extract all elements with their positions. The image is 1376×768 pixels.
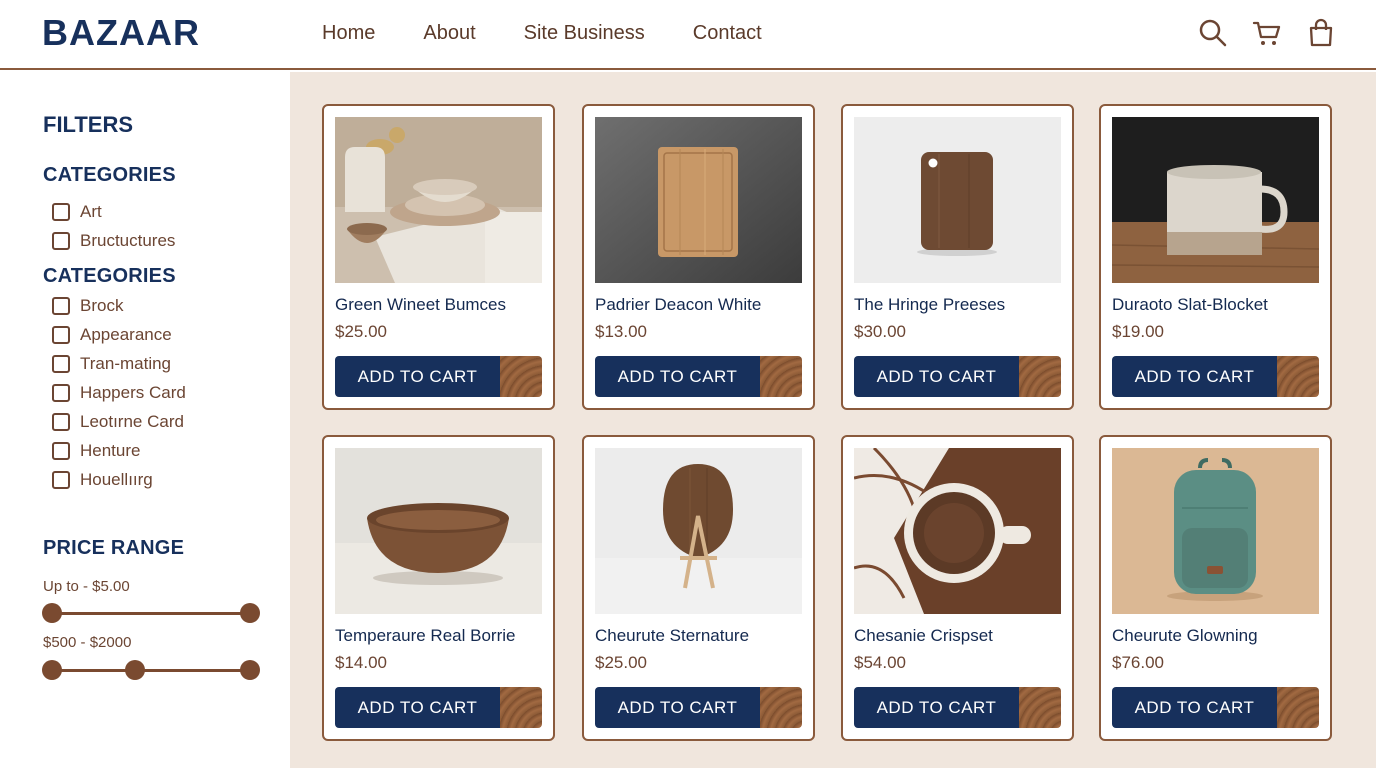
category-checkbox-leotirne-card[interactable]: Leotırne Card — [52, 412, 184, 432]
product-name[interactable]: Temperaure Real Borrie — [335, 626, 515, 646]
product-price: $14.00 — [335, 653, 387, 672]
slider-handle-min[interactable] — [42, 660, 62, 680]
product-card[interactable]: Green Wineet Bumces $25.00 ADD TO CART — [322, 104, 555, 410]
product-name[interactable]: The Hringe Preeses — [854, 295, 1005, 315]
site-header: BAZAAR Home About Site Business Contact — [0, 0, 1376, 70]
category-checkbox-brock[interactable]: Brock — [52, 296, 123, 316]
product-price: $25.00 — [595, 653, 647, 672]
product-image-green-backpack[interactable] — [1112, 448, 1319, 614]
wood-accent — [760, 687, 802, 728]
product-price: $76.00 — [1112, 653, 1164, 672]
product-image-small-wood-board[interactable] — [854, 117, 1061, 283]
slider-handle-min[interactable] — [42, 603, 62, 623]
checkbox[interactable] — [52, 326, 70, 344]
product-card[interactable]: The Hringe Preeses $30.00 ADD TO CART — [841, 104, 1074, 410]
product-name[interactable]: Cheurute Glowning — [1112, 626, 1258, 646]
category-checkbox-happers-card[interactable]: Happers Card — [52, 383, 186, 403]
product-image-cup-top-view[interactable] — [854, 448, 1061, 614]
bag-icon[interactable] — [1306, 18, 1336, 48]
product-image-ceramic-mug[interactable] — [1112, 117, 1319, 283]
category-checkbox-bructuctures[interactable]: Bructuctures — [52, 231, 175, 251]
slider-track — [52, 612, 250, 615]
category-checkbox-henture[interactable]: Henture — [52, 441, 140, 461]
product-image-wooden-bowl[interactable] — [335, 448, 542, 614]
product-name[interactable]: Chesanie Crispset — [854, 626, 993, 646]
add-to-cart-button[interactable]: ADD TO CART — [1112, 356, 1319, 397]
product-image-paddle-on-stand[interactable] — [595, 448, 802, 614]
filters-title: FILTERS — [43, 112, 134, 137]
nav-about[interactable]: About — [423, 22, 475, 45]
product-card[interactable]: Duraoto Slat-Blocket $19.00 ADD TO CART — [1099, 104, 1332, 410]
wood-accent — [1277, 356, 1319, 397]
product-price: $30.00 — [854, 322, 906, 341]
product-price: $25.00 — [335, 322, 387, 341]
price-slider-1[interactable] — [42, 603, 260, 623]
nav-site-business[interactable]: Site Business — [524, 22, 645, 45]
nav-contact[interactable]: Contact — [693, 22, 762, 45]
product-price: $13.00 — [595, 322, 647, 341]
checkbox[interactable] — [52, 355, 70, 373]
nav-home[interactable]: Home — [322, 22, 375, 45]
search-icon[interactable] — [1198, 18, 1228, 48]
price-range-label-1: Up to - $5.00 — [43, 578, 130, 595]
product-name[interactable]: Green Wineet Bumces — [335, 295, 506, 315]
product-card[interactable]: Chesanie Crispset $54.00 ADD TO CART — [841, 435, 1074, 741]
price-slider-2[interactable] — [42, 660, 260, 680]
price-range-heading: PRICE RANGE — [43, 537, 185, 559]
checkbox[interactable] — [52, 232, 70, 250]
product-price: $54.00 — [854, 653, 906, 672]
add-to-cart-button[interactable]: ADD TO CART — [1112, 687, 1319, 728]
main-nav: Home About Site Business Contact — [322, 22, 810, 45]
product-image-ceramic-bowls[interactable] — [335, 117, 542, 283]
product-name[interactable]: Cheurute Sternature — [595, 626, 749, 646]
category-checkbox-appearance[interactable]: Appearance — [52, 325, 172, 345]
product-card[interactable]: Padrier Deacon White $13.00 ADD TO CART — [582, 104, 815, 410]
add-to-cart-button[interactable]: ADD TO CART — [595, 356, 802, 397]
filters-sidebar: FILTERS CATEGORIES Art Bructuctures CATE… — [0, 72, 290, 768]
checkbox[interactable] — [52, 297, 70, 315]
wood-accent — [500, 356, 542, 397]
checkbox[interactable] — [52, 413, 70, 431]
checkbox[interactable] — [52, 203, 70, 221]
add-to-cart-button[interactable]: ADD TO CART — [335, 356, 542, 397]
category-checkbox-art[interactable]: Art — [52, 202, 102, 222]
product-card[interactable]: Cheurute Sternature $25.00 ADD TO CART — [582, 435, 815, 741]
category-checkbox-houellirg[interactable]: Houellıırg — [52, 470, 153, 490]
product-grid: Green Wineet Bumces $25.00 ADD TO CART P… — [290, 72, 1376, 768]
slider-track — [52, 669, 250, 672]
wood-accent — [500, 687, 542, 728]
header-icons — [1198, 18, 1336, 48]
wood-accent — [1019, 687, 1061, 728]
categories-heading-2: CATEGORIES — [43, 265, 176, 287]
wood-accent — [1019, 356, 1061, 397]
add-to-cart-button[interactable]: ADD TO CART — [335, 687, 542, 728]
add-to-cart-button[interactable]: ADD TO CART — [595, 687, 802, 728]
categories-heading-1: CATEGORIES — [43, 164, 176, 186]
product-name[interactable]: Padrier Deacon White — [595, 295, 761, 315]
logo[interactable]: BAZAAR — [42, 12, 200, 54]
product-card[interactable]: Temperaure Real Borrie $14.00 ADD TO CAR… — [322, 435, 555, 741]
product-image-cutting-board[interactable] — [595, 117, 802, 283]
checkbox[interactable] — [52, 471, 70, 489]
add-to-cart-button[interactable]: ADD TO CART — [854, 687, 1061, 728]
cart-icon[interactable] — [1252, 18, 1282, 48]
wood-accent — [1277, 687, 1319, 728]
add-to-cart-button[interactable]: ADD TO CART — [854, 356, 1061, 397]
checkbox[interactable] — [52, 442, 70, 460]
product-price: $19.00 — [1112, 322, 1164, 341]
slider-handle-max[interactable] — [240, 603, 260, 623]
slider-handle-mid[interactable] — [125, 660, 145, 680]
product-name[interactable]: Duraoto Slat-Blocket — [1112, 295, 1268, 315]
price-range-label-2: $500 - $2000 — [43, 634, 132, 651]
category-checkbox-tran-mating[interactable]: Tran-mating — [52, 354, 171, 374]
slider-handle-max[interactable] — [240, 660, 260, 680]
checkbox[interactable] — [52, 384, 70, 402]
wood-accent — [760, 356, 802, 397]
product-card[interactable]: Cheurute Glowning $76.00 ADD TO CART — [1099, 435, 1332, 741]
